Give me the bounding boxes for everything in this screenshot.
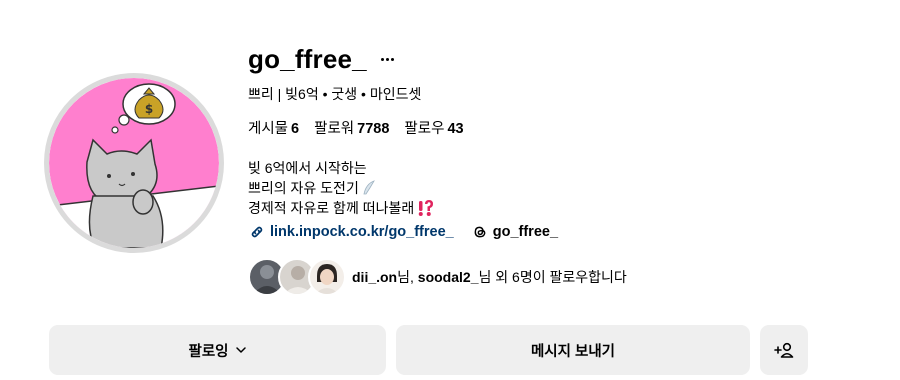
bio-line-1: 빚 6억에서 시작하는 bbox=[248, 158, 435, 178]
profile-links: link.inpock.co.kr/go_ffree_ go_ffree_ bbox=[248, 223, 558, 241]
followers-stat[interactable]: 팔로워 7788 bbox=[314, 117, 389, 138]
add-person-icon bbox=[774, 342, 794, 358]
bio-text-2: 쁘리의 자유 도전기 bbox=[248, 180, 359, 196]
bio-line-2: 쁘리의 자유 도전기 bbox=[248, 178, 435, 198]
threads-link[interactable]: go_ffree_ bbox=[472, 224, 558, 240]
message-button-label: 메시지 보내기 bbox=[530, 343, 616, 360]
suggest-people-button[interactable] bbox=[760, 325, 808, 375]
posts-stat: 게시물 6 bbox=[248, 117, 299, 138]
following-count: 43 bbox=[447, 121, 464, 137]
followed-by[interactable]: dii_.on님, soodal2_님 외 6명이 팔로우합니다 bbox=[248, 258, 627, 296]
follower-name-2: soodal2_ bbox=[417, 269, 479, 285]
threads-icon bbox=[474, 226, 486, 238]
followers-label: 팔로워 bbox=[314, 121, 355, 137]
follower-name-1: dii_.on bbox=[352, 269, 398, 285]
link-icon bbox=[251, 226, 263, 238]
bio: 빚 6억에서 시작하는 쁘리의 자유 도전기 경제적 자유로 함께 떠나볼래 bbox=[248, 158, 435, 218]
followed-by-sep: 님, bbox=[397, 269, 418, 285]
bio-line-3: 경제적 자유로 함께 떠나볼래 bbox=[248, 198, 435, 218]
username: go_ffree_ bbox=[248, 44, 367, 74]
followers-count: 7788 bbox=[357, 121, 390, 137]
profile-stats: 게시물 6 팔로워 7788 팔로우 43 bbox=[248, 117, 479, 138]
following-button-label: 팔로잉 bbox=[188, 343, 229, 360]
svg-text:$: $ bbox=[145, 102, 153, 116]
posts-count: 6 bbox=[291, 121, 300, 137]
bio-text-1: 빚 6억에서 시작하는 bbox=[248, 160, 367, 176]
profile-avatar[interactable]: $ bbox=[44, 73, 224, 253]
follower-avatars bbox=[248, 258, 346, 296]
more-options-icon[interactable] bbox=[379, 51, 397, 69]
exclamation-question-mark-icon bbox=[417, 199, 435, 217]
threads-handle: go_ffree_ bbox=[492, 224, 559, 240]
followed-by-suffix: 님 외 6명이 팔로우합니다 bbox=[478, 269, 627, 285]
full-name: 쁘리 | 빚6억 • 굿생 • 마인드셋 bbox=[248, 86, 422, 102]
message-button[interactable]: 메시지 보내기 bbox=[396, 325, 750, 375]
posts-label: 게시물 bbox=[248, 121, 289, 137]
followed-by-text: dii_.on님, soodal2_님 외 6명이 팔로우합니다 bbox=[352, 267, 627, 287]
following-stat[interactable]: 팔로우 43 bbox=[404, 117, 463, 138]
external-link[interactable]: link.inpock.co.kr/go_ffree_ bbox=[248, 223, 454, 241]
chevron-down-icon bbox=[235, 344, 247, 356]
external-link-text: link.inpock.co.kr/go_ffree_ bbox=[270, 224, 454, 240]
following-button[interactable]: 팔로잉 bbox=[49, 325, 386, 375]
cat-avatar-illustration: $ bbox=[49, 78, 219, 248]
follower-avatar bbox=[308, 258, 346, 296]
profile-title-row: go_ffree_ bbox=[248, 44, 397, 75]
following-label: 팔로우 bbox=[404, 121, 445, 137]
feather-icon bbox=[362, 180, 376, 196]
bio-text-3: 경제적 자유로 함께 떠나볼래 bbox=[248, 200, 415, 216]
